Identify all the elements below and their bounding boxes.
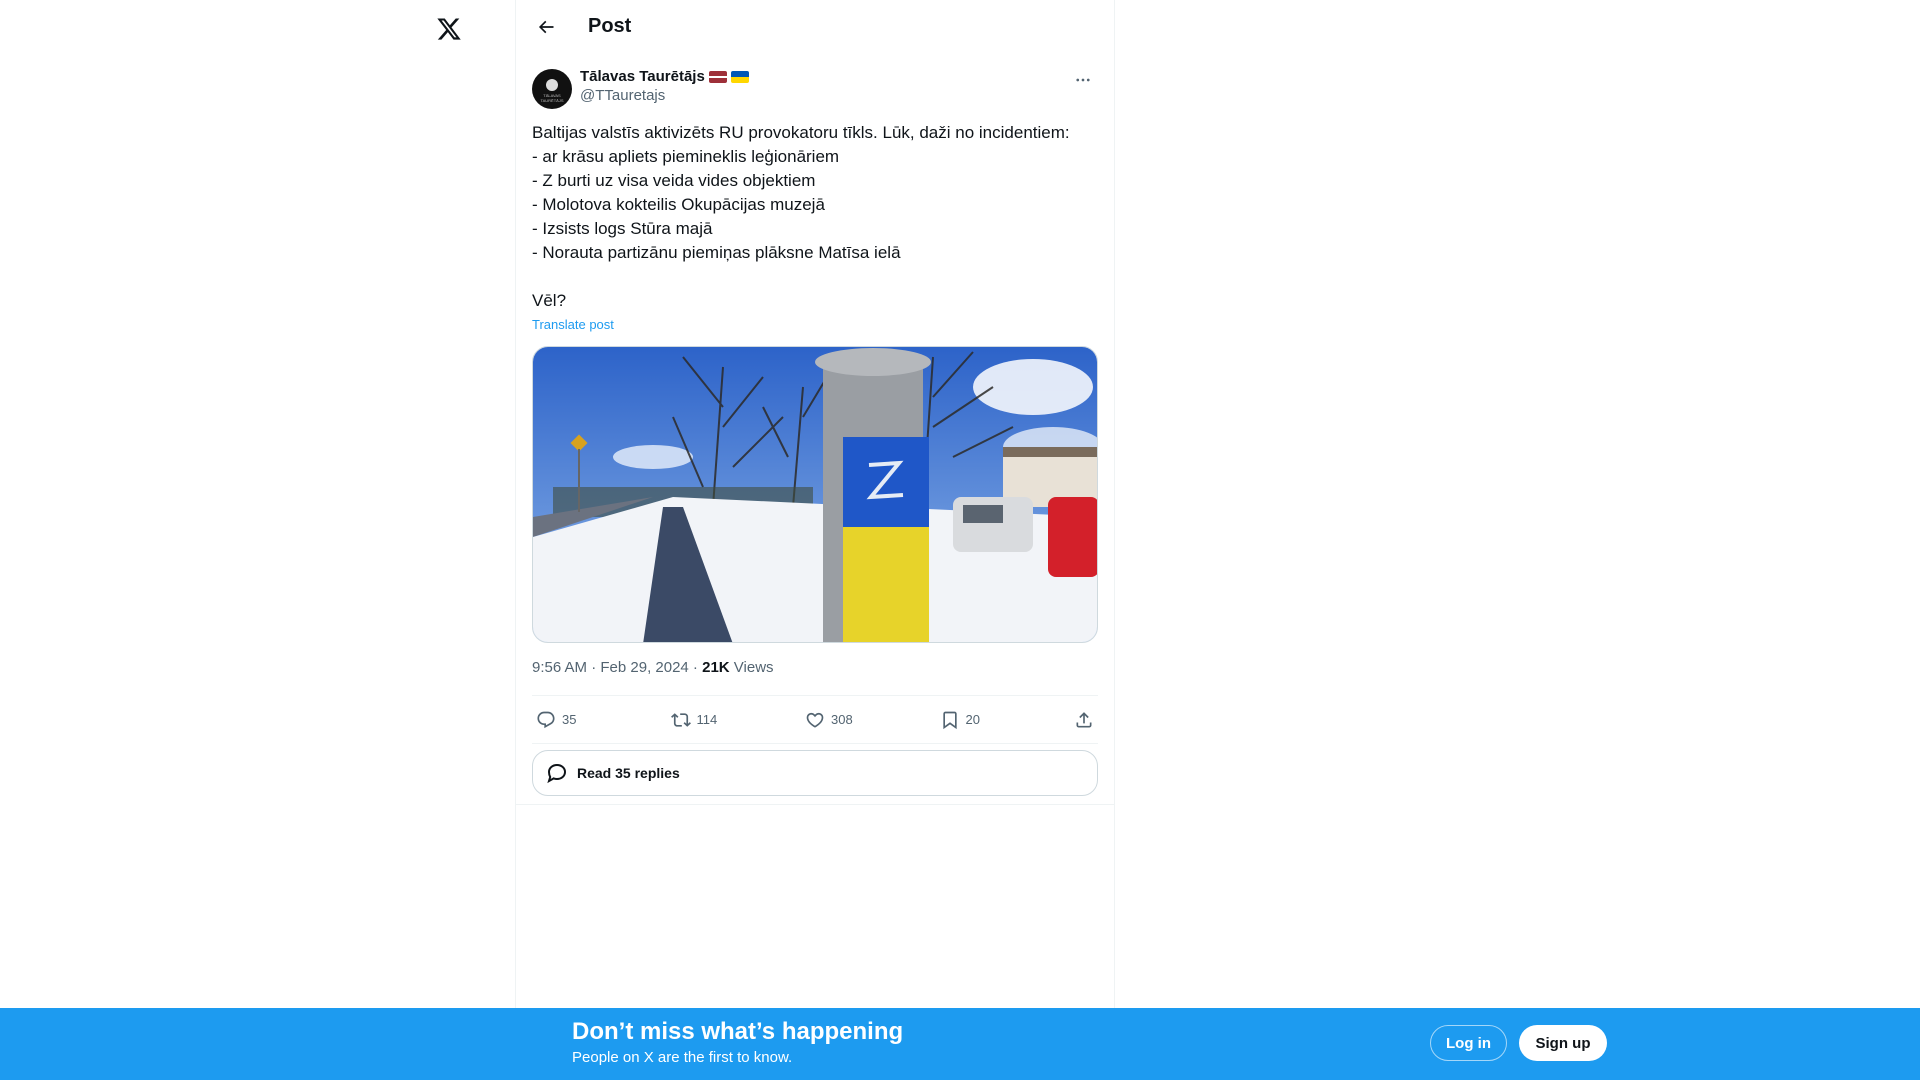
author-display-name[interactable]: Tālavas Taurētājs [580, 68, 1068, 85]
reply-button[interactable]: 35 [536, 710, 596, 730]
views-label: Views [729, 659, 774, 676]
signup-button[interactable]: Sign up [1519, 1025, 1607, 1061]
post-timestamp[interactable]: 9:56 AM · Feb 29, 2024 · [532, 659, 702, 676]
bookmark-count: 20 [965, 712, 980, 727]
ukraine-flag-icon [730, 70, 749, 83]
post-author: TĀLAVAS TAURĒTĀJS Tālavas Taurētājs @TTa… [532, 65, 1098, 113]
conversation-icon [547, 763, 567, 784]
post-actions: 35 114 308 20 [532, 695, 1098, 744]
latvia-flag-icon [708, 70, 727, 83]
translate-post-link[interactable]: Translate post [532, 317, 614, 332]
post: TĀLAVAS TAURĒTĀJS Tālavas Taurētājs @TTa… [516, 53, 1114, 805]
page-header: Post [516, 0, 1114, 53]
heart-icon [806, 712, 824, 728]
bookmark-icon [942, 711, 957, 729]
read-replies-button[interactable]: Read 35 replies [532, 750, 1098, 796]
share-icon [1076, 711, 1092, 727]
avatar-logo-icon [546, 79, 558, 91]
reply-icon [537, 711, 555, 728]
banner-title: Don’t miss what’s happening [572, 1018, 904, 1045]
like-button[interactable]: 308 [805, 710, 865, 730]
banner-subtitle: People on X are the first to know. [572, 1049, 793, 1066]
share-button[interactable] [1074, 710, 1094, 730]
page-title: Post [588, 15, 632, 37]
author-names: Tālavas Taurētājs @TTauretajs [580, 65, 1068, 104]
author-name-text: Tālavas Taurētājs [580, 68, 705, 85]
avatar-text: TĀLAVAS TAURĒTĀJS [540, 93, 564, 103]
login-button[interactable]: Log in [1430, 1025, 1507, 1061]
post-meta: 9:56 AM · Feb 29, 2024 · 21K Views [532, 659, 1098, 679]
reply-count: 35 [562, 712, 577, 727]
author-handle[interactable]: @TTauretajs [580, 87, 1068, 104]
repost-button[interactable]: 114 [670, 710, 731, 730]
read-replies-label: Read 35 replies [577, 765, 680, 781]
like-count: 308 [831, 712, 853, 727]
x-logo-icon[interactable] [430, 10, 468, 48]
more-options-icon[interactable] [1068, 65, 1098, 95]
views-count: 21K [702, 659, 730, 676]
post-text: Baltijas valstīs aktivizēts RU provokato… [532, 123, 1070, 310]
bookmark-button[interactable]: 20 [940, 710, 1000, 730]
avatar[interactable]: TĀLAVAS TAURĒTĀJS [532, 69, 572, 109]
left-nav [0, 0, 515, 1080]
repost-icon [670, 712, 691, 727]
signup-banner: Don’t miss what’s happening People on X … [0, 1008, 1920, 1080]
post-image[interactable] [532, 346, 1098, 643]
repost-count: 114 [696, 712, 718, 727]
back-arrow-icon[interactable] [528, 9, 564, 45]
main-column: Post TĀLAVAS TAURĒTĀJS Tālavas Taurētājs… [515, 0, 1115, 1080]
